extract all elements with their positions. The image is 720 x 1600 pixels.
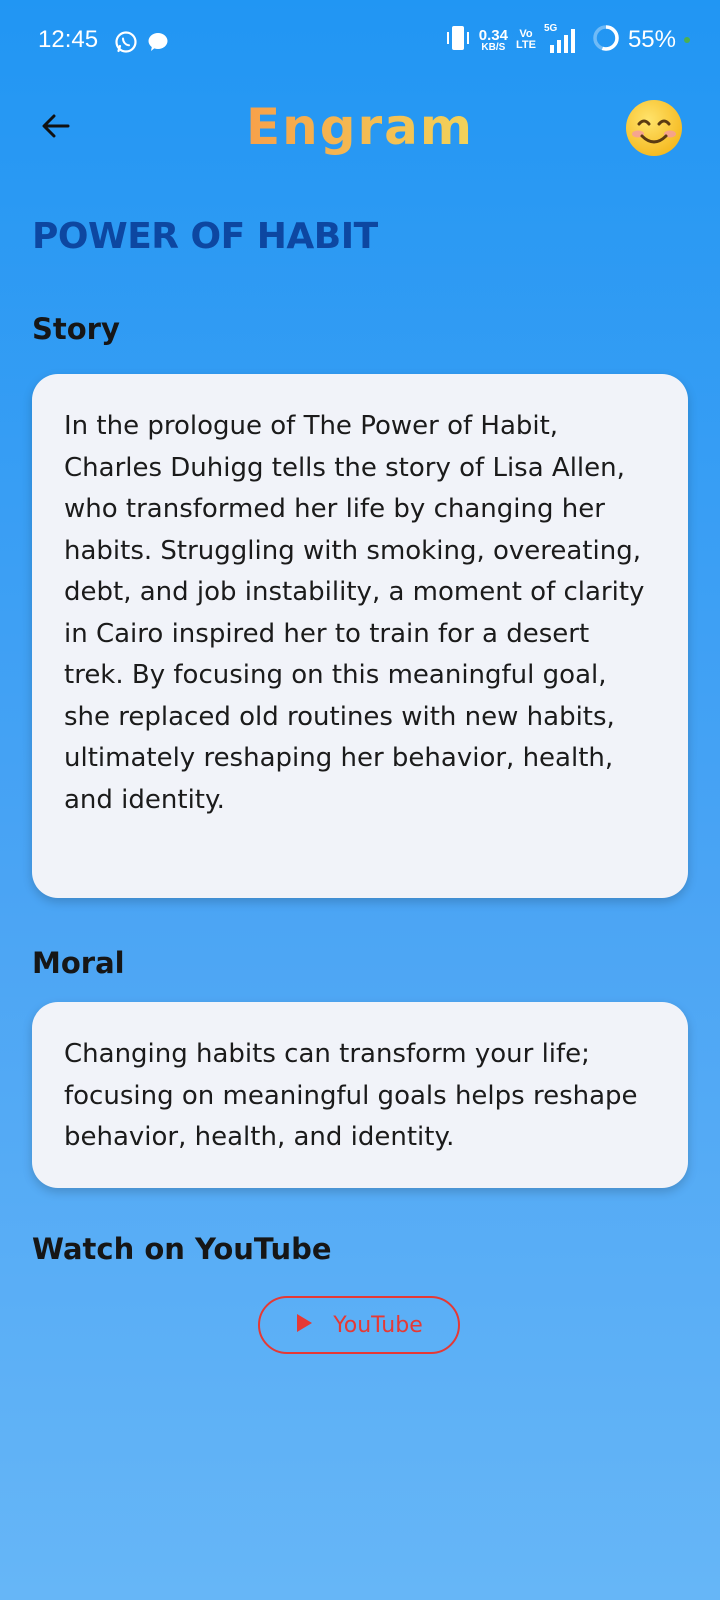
network-speed-unit: KB/S bbox=[481, 41, 506, 53]
network-speed-value: 0.34 bbox=[478, 26, 508, 44]
whatsapp-icon bbox=[114, 30, 138, 58]
network-speed: 0.34 KB/S bbox=[479, 28, 508, 53]
battery-percent: 55% bbox=[627, 26, 676, 53]
page-title: POWER OF HABIT bbox=[32, 216, 378, 257]
chat-icon bbox=[146, 30, 170, 58]
volte-indicator: Vo LTE bbox=[516, 29, 536, 51]
moral-card: Changing habits can transform your life;… bbox=[32, 1002, 688, 1188]
main-content: POWER OF HABIT Story In the prologue of … bbox=[32, 216, 688, 1354]
youtube-button[interactable]: YouTube bbox=[258, 1296, 460, 1354]
youtube-heading: Watch on YouTube bbox=[32, 1232, 332, 1266]
smiling-face-emoji-icon bbox=[624, 100, 684, 162]
story-card: In the prologue of The Power of Habit, C… bbox=[32, 374, 688, 898]
app-bar: Engram bbox=[0, 88, 720, 168]
moral-text: Changing habits can transform your life;… bbox=[64, 1039, 638, 1152]
status-right-cluster: 0.34 KB/S Vo LTE 5G 55% bbox=[445, 22, 690, 58]
profile-emoji-button[interactable] bbox=[624, 98, 684, 158]
battery-ring-icon bbox=[592, 24, 620, 56]
volte-bottom: LTE bbox=[515, 39, 536, 51]
privacy-indicator-dot bbox=[684, 37, 690, 43]
signal-icon: 5G bbox=[544, 23, 584, 55]
moral-heading: Moral bbox=[32, 946, 125, 980]
status-time: 12:45 bbox=[38, 26, 99, 53]
vibrate-icon bbox=[445, 23, 471, 57]
story-heading: Story bbox=[32, 312, 120, 346]
youtube-button-label: YouTube bbox=[333, 1312, 423, 1338]
play-icon bbox=[295, 1313, 313, 1337]
status-bar: 12:45 0.34 KB/S Vo LTE 5G 55% bbox=[0, 0, 720, 84]
app-title: Engram bbox=[0, 98, 720, 156]
story-text: In the prologue of The Power of Habit, C… bbox=[64, 411, 645, 815]
